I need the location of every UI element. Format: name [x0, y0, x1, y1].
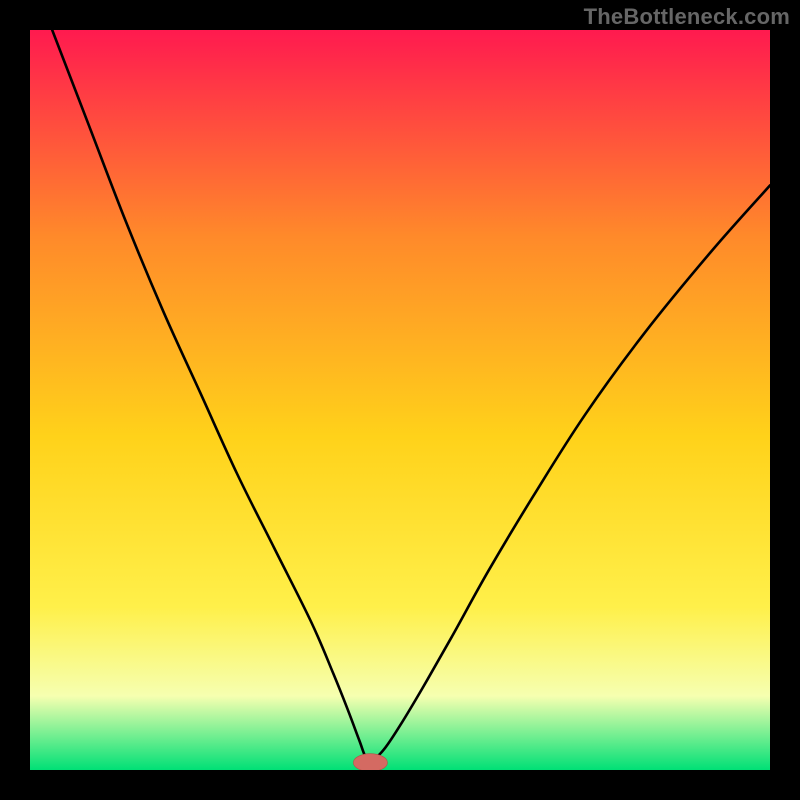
gradient-background	[30, 30, 770, 770]
watermark-text: TheBottleneck.com	[584, 4, 790, 30]
plot-area	[30, 30, 770, 770]
chart-frame: TheBottleneck.com	[0, 0, 800, 800]
chart-svg	[30, 30, 770, 770]
minimum-marker	[353, 754, 387, 770]
